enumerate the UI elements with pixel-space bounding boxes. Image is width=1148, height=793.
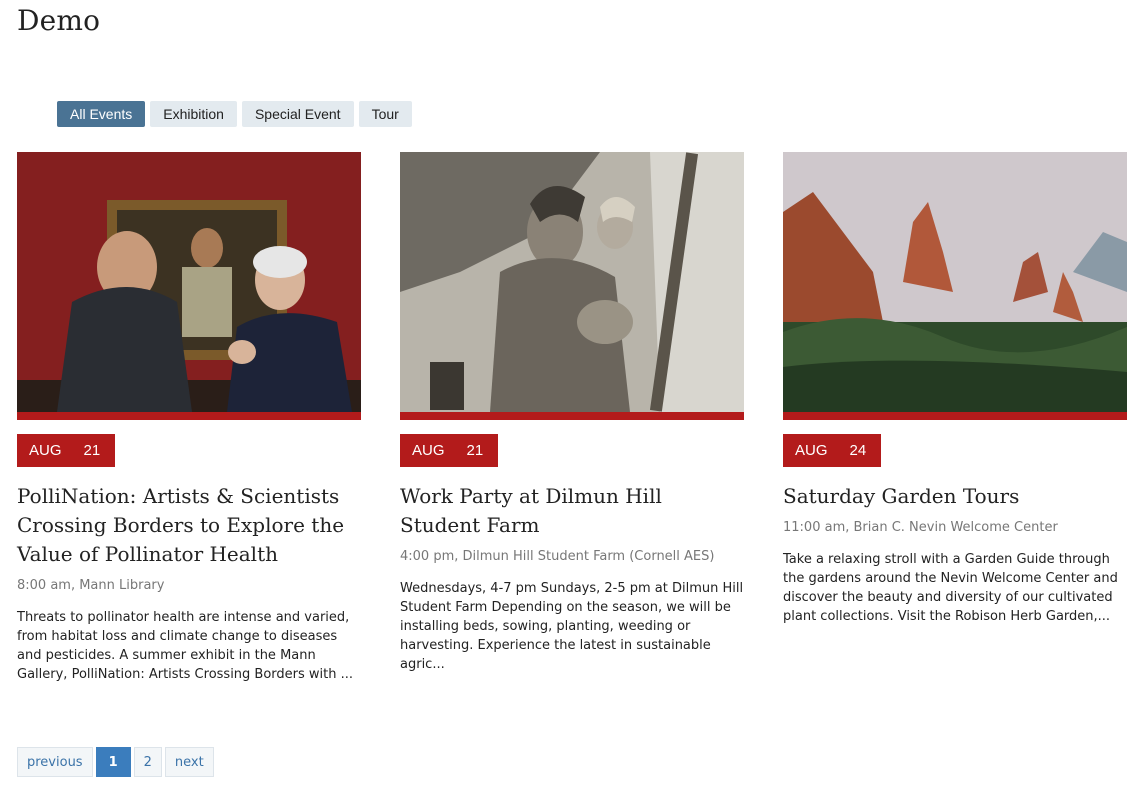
event-image-gallery[interactable]	[17, 152, 361, 412]
event-day: 21	[83, 442, 101, 459]
event-time-location: 4:00 pm, Dilmun Hill Student Farm (Corne…	[400, 549, 715, 564]
page-2-button[interactable]: 2	[133, 747, 162, 777]
event-description: Take a relaxing stroll with a Garden Gui…	[783, 552, 1118, 624]
event-date-badge: AUG 21	[17, 434, 116, 467]
event-date-badge: AUG 21	[400, 434, 499, 467]
filter-all-events[interactable]: All Events	[57, 101, 146, 127]
event-filter-bar: All Events Exhibition Special Event Tour	[57, 101, 412, 127]
filter-tour[interactable]: Tour	[358, 101, 412, 127]
event-card: AUG 21 Work Party at Dilmun Hill Student…	[400, 152, 744, 674]
event-day: 21	[466, 442, 484, 459]
event-image-garden[interactable]	[783, 152, 1127, 412]
event-time-location: 11:00 am, Brian C. Nevin Welcome Center	[783, 520, 1058, 535]
event-month: AUG	[795, 442, 828, 459]
event-day: 24	[849, 442, 867, 459]
page-1-button[interactable]: 1	[95, 747, 131, 777]
event-title-link[interactable]: Saturday Garden Tours	[783, 482, 1127, 511]
image-accent-bar	[17, 412, 361, 420]
event-time-location: 8:00 am, Mann Library	[17, 578, 165, 593]
image-accent-bar	[783, 412, 1127, 420]
event-date-badge: AUG 24	[783, 434, 882, 467]
event-title-link[interactable]: Work Party at Dilmun Hill Student Farm	[400, 482, 744, 540]
next-page-button[interactable]: next	[164, 747, 214, 777]
event-image-farm[interactable]	[400, 152, 744, 412]
event-month: AUG	[29, 442, 62, 459]
filter-special-event[interactable]: Special Event	[241, 101, 354, 127]
filter-exhibition[interactable]: Exhibition	[150, 101, 237, 127]
pagination: previous 1 2 next	[17, 747, 214, 777]
previous-page-button[interactable]: previous	[17, 747, 93, 777]
event-title-link[interactable]: PolliNation: Artists & Scientists Crossi…	[17, 482, 361, 569]
event-description: Threats to pollinator health are intense…	[17, 610, 354, 682]
event-card: AUG 21 PolliNation: Artists & Scientists…	[17, 152, 361, 684]
event-description: Wednesdays, 4-7 pm Sundays, 2-5 pm at Di…	[400, 581, 744, 672]
page-title: Demo	[17, 4, 101, 37]
event-month: AUG	[412, 442, 445, 459]
event-card: AUG 24 Saturday Garden Tours 11:00 am, B…	[783, 152, 1127, 626]
image-accent-bar	[400, 412, 744, 420]
